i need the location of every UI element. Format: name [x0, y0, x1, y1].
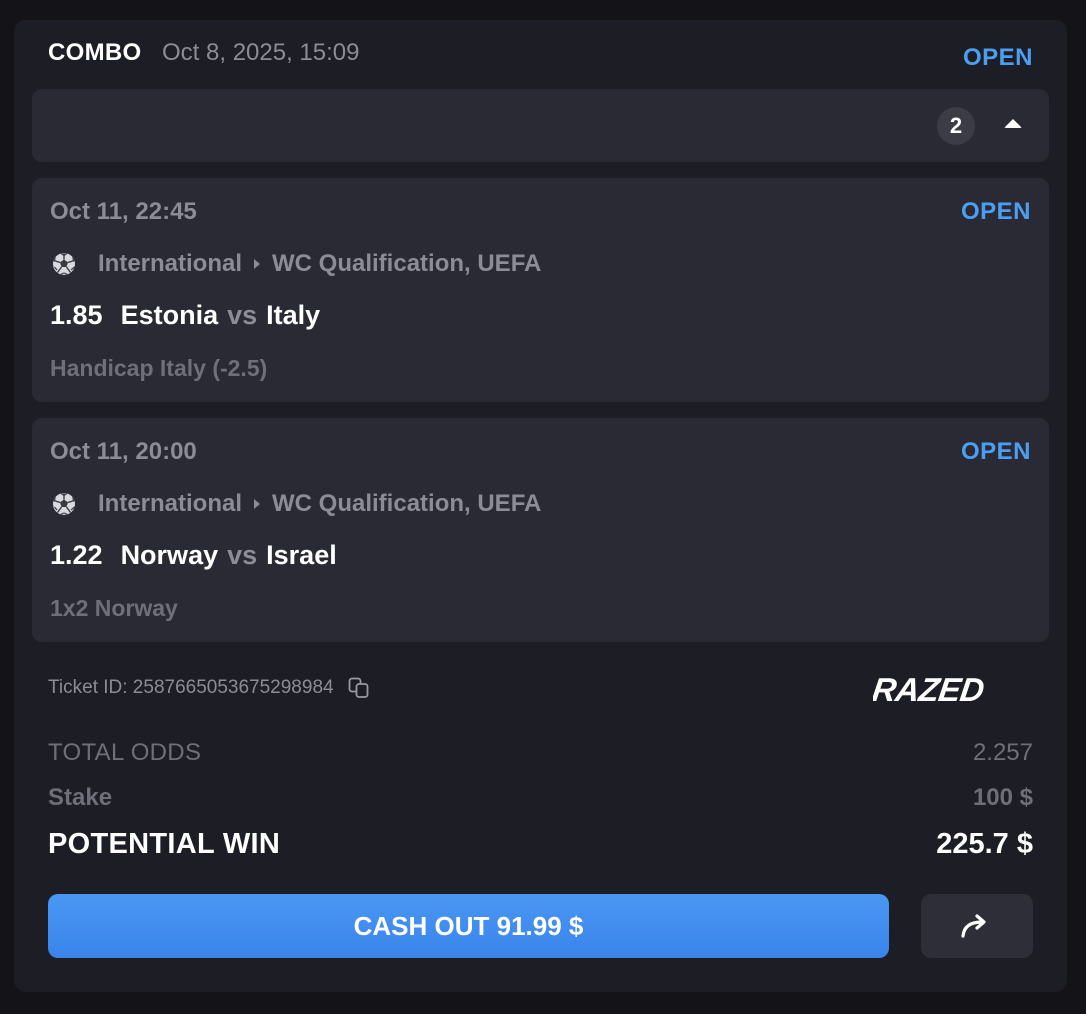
share-button[interactable] — [921, 894, 1033, 958]
league-breadcrumb: International WC Qualification, UEFA — [98, 490, 541, 518]
total-odds-label: TOTAL ODDS — [48, 739, 202, 766]
selection-odds: 1.85 — [50, 300, 103, 330]
league-name: WC Qualification, UEFA — [272, 250, 542, 277]
selection-card: Oct 11, 22:45 OPEN International WC Qual… — [32, 178, 1049, 402]
breadcrumb-arrow-icon — [254, 499, 261, 509]
market-label: Handicap Italy (-2.5) — [50, 355, 268, 381]
soccer-ball-icon — [53, 252, 75, 276]
potential-win-label: POTENTIAL WIN — [48, 828, 281, 860]
match-date: Oct 11, 22:45 — [50, 198, 197, 225]
razed-logo: RAZED — [873, 672, 986, 706]
ticket-placed-date: Oct 8, 2025, 15:09 — [162, 39, 360, 66]
copy-icon[interactable] — [348, 677, 370, 699]
selection-status-badge: OPEN — [960, 198, 1031, 225]
league-category: International — [98, 250, 243, 277]
ticket-id: Ticket ID: 2587665053675298984 — [48, 677, 334, 698]
selection-card: Oct 11, 20:00 OPEN International WC Qual… — [32, 418, 1049, 642]
selection-status-badge: OPEN — [960, 438, 1031, 465]
stake-value: 100 $ — [972, 784, 1033, 811]
match-line: 1.22 Norway vs Israel — [50, 540, 337, 571]
ticket-status-badge: OPEN — [962, 44, 1033, 71]
league-breadcrumb: International WC Qualification, UEFA — [98, 250, 541, 278]
versus-label: vs — [227, 300, 258, 330]
logo-text: RAZED — [873, 672, 986, 706]
breadcrumb-arrow-icon — [254, 259, 261, 269]
away-team: Italy — [266, 300, 321, 330]
match-line: 1.85 Estonia vs Italy — [50, 300, 320, 331]
total-odds-value: 2.257 — [972, 739, 1033, 766]
versus-label: vs — [227, 540, 258, 570]
home-team: Norway — [120, 540, 219, 570]
league-name: WC Qualification, UEFA — [272, 490, 542, 517]
away-team: Israel — [266, 540, 337, 570]
potential-win-value: 225.7 $ — [936, 828, 1033, 860]
selections-count-badge: 2 — [937, 107, 975, 145]
home-team: Estonia — [120, 300, 219, 330]
soccer-ball-icon — [53, 492, 75, 516]
market-label: 1x2 Norway — [50, 595, 178, 621]
cash-out-button[interactable]: CASH OUT 91.99 $ — [48, 894, 889, 958]
selection-odds: 1.22 — [50, 540, 103, 570]
selections-toggle-bar[interactable]: 2 — [32, 89, 1049, 162]
caret-up-icon[interactable] — [1004, 119, 1022, 128]
league-category: International — [98, 490, 243, 517]
ticket-type-label: COMBO — [48, 39, 142, 66]
bet-ticket-card: COMBO Oct 8, 2025, 15:09 OPEN 2 Oct 11, … — [14, 20, 1067, 992]
ticket-id-row: Ticket ID: 2587665053675298984 — [48, 677, 370, 699]
share-arrow-icon — [961, 914, 986, 938]
stake-label: Stake — [48, 784, 113, 811]
match-date: Oct 11, 20:00 — [50, 438, 197, 465]
